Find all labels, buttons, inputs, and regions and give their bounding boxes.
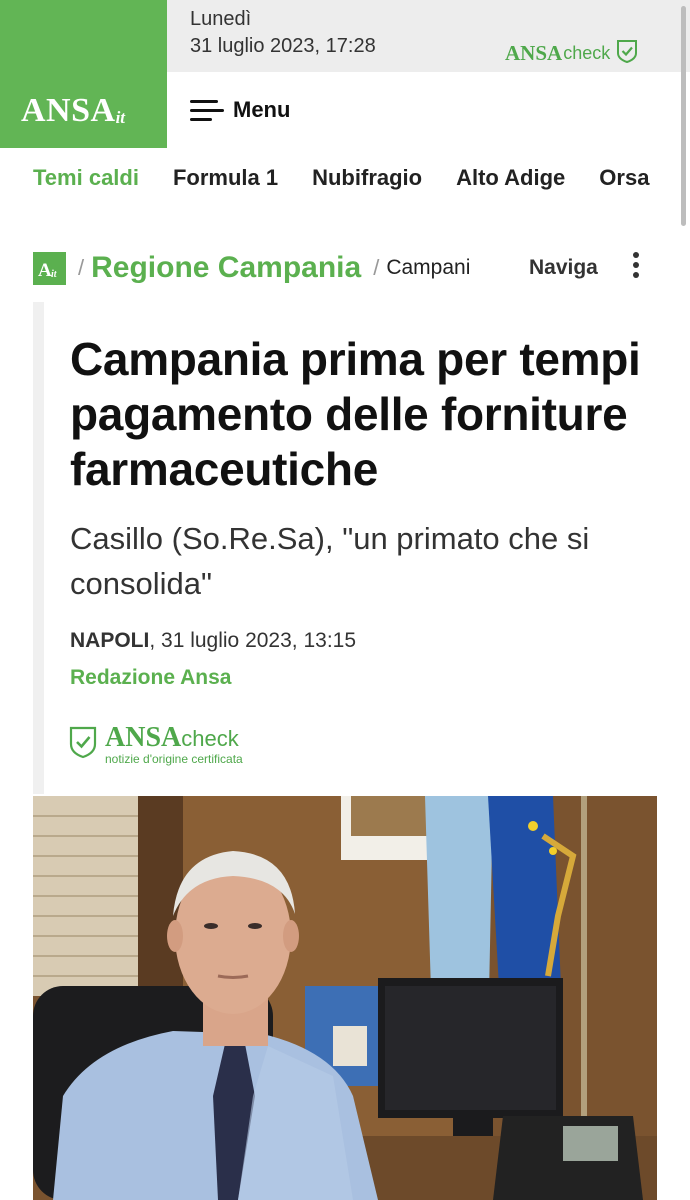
navigate-button[interactable]: Naviga — [529, 256, 598, 280]
breadcrumb-section[interactable]: Campani — [386, 256, 470, 280]
menu-label: Menu — [233, 97, 291, 122]
breadcrumb-region[interactable]: Regione Campania — [91, 251, 361, 285]
menu-icon — [190, 96, 224, 124]
topic-temi-caldi[interactable]: Temi caldi — [33, 165, 139, 191]
shield-check-icon — [616, 38, 638, 69]
topic-nubifragio[interactable]: Nubifragio — [312, 165, 422, 191]
article-byline[interactable]: Redazione Ansa — [70, 666, 231, 690]
site-logo[interactable]: ANSAit — [0, 0, 167, 148]
topic-formula-1[interactable]: Formula 1 — [173, 165, 278, 191]
hot-topics-nav: Temi caldi Formula 1 Nubifragio Alto Adi… — [33, 165, 683, 191]
ansacheck-suffix: check — [563, 43, 611, 63]
menu-button[interactable]: Menu — [190, 96, 290, 124]
article-headline: Campania prima per tempi pagamento delle… — [70, 333, 641, 495]
ansacheck-brand: ANSA — [505, 41, 563, 65]
breadcrumb-separator: / — [78, 255, 85, 280]
ansacheck-link[interactable]: ANSA check — [505, 38, 638, 69]
ansacheck-badge[interactable]: ANSAcheck notizie d'origine certificata — [69, 722, 243, 767]
topic-alto-adige[interactable]: Alto Adige — [456, 165, 565, 191]
date-bar: Lunedì 31 luglio 2023, 17:28 ANSA check — [167, 0, 690, 72]
article-accent-rail — [33, 302, 44, 794]
badge-tagline: notizie d'origine certificata — [105, 752, 243, 766]
scrollbar[interactable] — [681, 6, 686, 226]
logo-wordmark: ANSAit — [21, 92, 126, 129]
article-dateline: NAPOLI, 31 luglio 2023, 13:15 — [70, 629, 356, 653]
article-photo[interactable] — [33, 796, 657, 1200]
dateline-place: NAPOLI — [70, 629, 150, 652]
current-datetime: 31 luglio 2023, 17:28 — [190, 35, 376, 57]
badge-suffix: check — [181, 726, 239, 751]
badge-brand: ANSA — [105, 722, 182, 753]
ansacheck-badge-text: ANSAcheck notizie d'origine certificata — [105, 722, 243, 767]
svg-text:A: A — [38, 260, 52, 281]
more-vertical-icon[interactable] — [631, 252, 641, 282]
breadcrumb: Ait / Regione Campania / Campani Naviga — [33, 248, 653, 288]
article-subhead: Casillo (So.Re.Sa), "un primato che si c… — [70, 521, 590, 601]
breadcrumb-home-logo[interactable]: Ait — [33, 251, 66, 285]
shield-check-icon — [69, 725, 97, 764]
topic-orsa[interactable]: Orsa — [599, 165, 649, 191]
breadcrumb-separator: / — [373, 255, 380, 280]
current-day: Lunedì — [190, 8, 252, 30]
dateline-date: , 31 luglio 2023, 13:15 — [149, 629, 357, 652]
photo-illustration — [33, 796, 657, 1200]
